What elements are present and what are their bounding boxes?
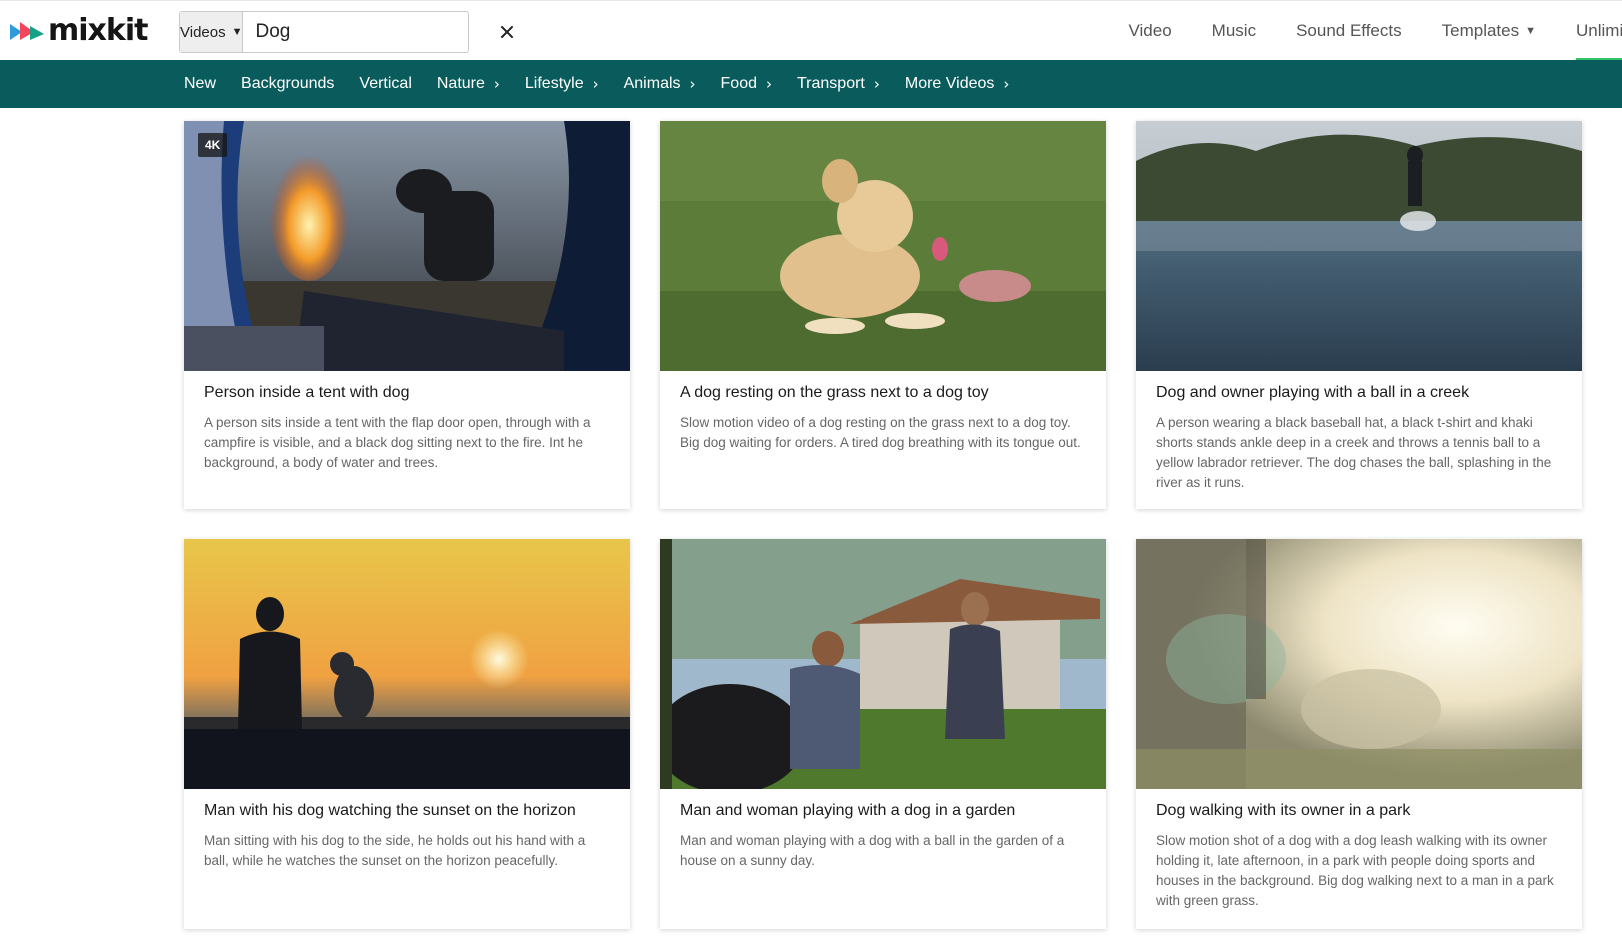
category-label: Food: [720, 75, 757, 92]
category-transport[interactable]: Transport ›: [797, 75, 880, 93]
video-description: Man and woman playing with a dog with a …: [680, 833, 1065, 868]
category-label: Vertical: [359, 75, 412, 92]
video-description: A person sits inside a tent with the fla…: [204, 415, 591, 470]
topnav-video-label: Video: [1128, 21, 1172, 40]
topnav-unlimited[interactable]: Unlimi: [1576, 1, 1622, 61]
topnav-templates[interactable]: Templates ▼: [1442, 1, 1536, 61]
category-animals[interactable]: Animals ›: [624, 75, 696, 93]
category-vertical[interactable]: Vertical: [359, 75, 411, 93]
category-label: Transport: [796, 75, 865, 92]
caret-down-icon: ▼: [231, 26, 243, 38]
category-lifestyle[interactable]: Lifestyle ›: [525, 75, 599, 93]
category-label: Backgrounds: [241, 75, 335, 92]
video-title[interactable]: Dog and owner playing with a ball in a c…: [1136, 371, 1582, 403]
chevron-right-icon: ›: [493, 75, 500, 93]
video-description: Slow motion video of a dog resting on th…: [680, 415, 1081, 450]
video-card[interactable]: 4K Person inside a tent with dog A perso…: [184, 121, 630, 509]
video-title[interactable]: Man and woman playing with a dog in a ga…: [660, 789, 1106, 821]
topnav-video[interactable]: Video: [1128, 1, 1171, 61]
video-description: A person wearing a black baseball hat, a…: [1156, 415, 1552, 490]
topnav-templates-label: Templates: [1441, 21, 1520, 40]
video-card[interactable]: Man and woman playing with a dog in a ga…: [660, 539, 1106, 929]
video-title[interactable]: Person inside a tent with dog: [184, 371, 630, 403]
category-nature[interactable]: Nature ›: [437, 75, 500, 93]
chevron-right-icon: ›: [1003, 75, 1010, 93]
video-card[interactable]: A dog resting on the grass next to a dog…: [660, 121, 1106, 509]
clear-search-button[interactable]: [500, 12, 514, 52]
category-label: Nature: [436, 75, 485, 92]
video-card[interactable]: Dog walking with its owner in a park Slo…: [1136, 539, 1582, 929]
video-thumbnail[interactable]: [184, 539, 630, 789]
search-type-label: Videos: [180, 23, 226, 41]
video-description: Slow motion shot of a dog with a dog lea…: [1156, 833, 1554, 908]
top-navigation: Video Music Sound Effects Templates ▼ Unl…: [1088, 1, 1622, 61]
category-label: More Videos: [904, 75, 995, 92]
caret-down-icon: ▼: [1525, 25, 1536, 37]
category-label: New: [184, 75, 217, 92]
brand-name: mixkit: [48, 13, 148, 48]
video-thumbnail[interactable]: 4K: [184, 121, 630, 371]
category-food[interactable]: Food ›: [721, 75, 772, 93]
video-title[interactable]: A dog resting on the grass next to a dog…: [660, 371, 1106, 403]
video-description: Man sitting with his dog to the side, he…: [204, 833, 586, 868]
site-header: mixkit Videos ▼ Video Music Sound Effect…: [0, 0, 1622, 61]
close-icon: [501, 26, 514, 38]
chevron-right-icon: ›: [592, 75, 599, 93]
video-title[interactable]: Man with his dog watching the sunset on …: [184, 789, 630, 821]
category-new[interactable]: New: [184, 75, 216, 93]
search-type-dropdown[interactable]: Videos ▼: [180, 12, 244, 52]
video-thumbnail[interactable]: [1136, 539, 1582, 789]
category-more-videos[interactable]: More Videos ›: [905, 75, 1010, 93]
category-bar: New Backgrounds Vertical Nature › Lifesty…: [0, 60, 1622, 108]
category-label: Animals: [623, 75, 681, 92]
topnav-sound-effects[interactable]: Sound Effects: [1296, 1, 1402, 61]
search-input[interactable]: [243, 12, 501, 52]
chevron-right-icon: ›: [689, 75, 696, 93]
category-label: Lifestyle: [524, 75, 584, 92]
mixkit-logo[interactable]: mixkit: [10, 13, 148, 49]
mixkit-logo-icon: [10, 22, 44, 40]
video-card[interactable]: Man with his dog watching the sunset on …: [184, 539, 630, 929]
chevron-right-icon: ›: [873, 75, 880, 93]
video-thumbnail[interactable]: [1136, 121, 1582, 371]
topnav-unlimited-label: Unlimi: [1576, 21, 1622, 40]
video-title[interactable]: Dog walking with its owner in a park: [1136, 789, 1582, 821]
chevron-right-icon: ›: [765, 75, 772, 93]
4k-badge: 4K: [198, 133, 228, 157]
video-thumbnail[interactable]: [660, 121, 1106, 371]
topnav-music[interactable]: Music: [1212, 1, 1256, 61]
topnav-music-label: Music: [1211, 21, 1257, 40]
search-bar: Videos ▼: [179, 11, 514, 53]
video-results-grid: 4K Person inside a tent with dog A perso…: [184, 121, 1582, 929]
video-thumbnail[interactable]: [660, 539, 1106, 789]
topnav-sound-effects-label: Sound Effects: [1296, 21, 1402, 40]
category-backgrounds[interactable]: Backgrounds: [241, 75, 334, 93]
video-card[interactable]: Dog and owner playing with a ball in a c…: [1136, 121, 1582, 509]
